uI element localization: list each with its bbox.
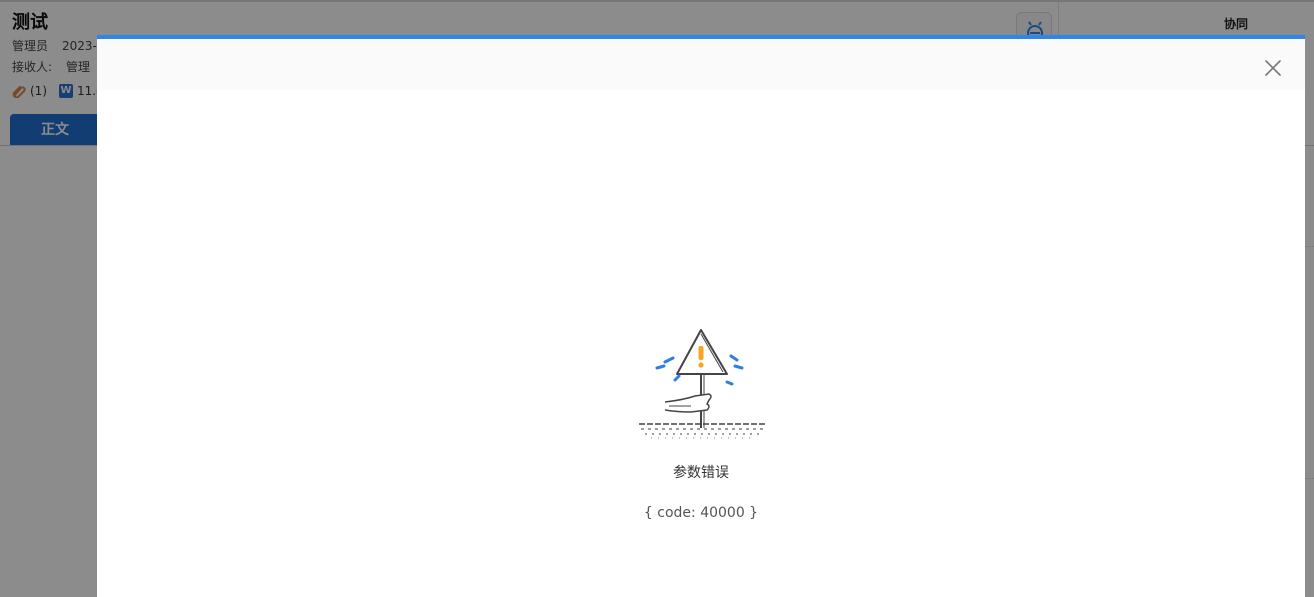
close-icon[interactable] (1263, 58, 1283, 78)
warning-sign-illustration (639, 329, 765, 439)
error-code: { code: 40000 } (643, 505, 759, 521)
modal-header (97, 39, 1305, 90)
error-modal: 参数错误 { code: 40000 } (97, 35, 1305, 597)
error-message: 参数错误 (673, 465, 729, 481)
error-illustration-wrap (97, 324, 1305, 444)
